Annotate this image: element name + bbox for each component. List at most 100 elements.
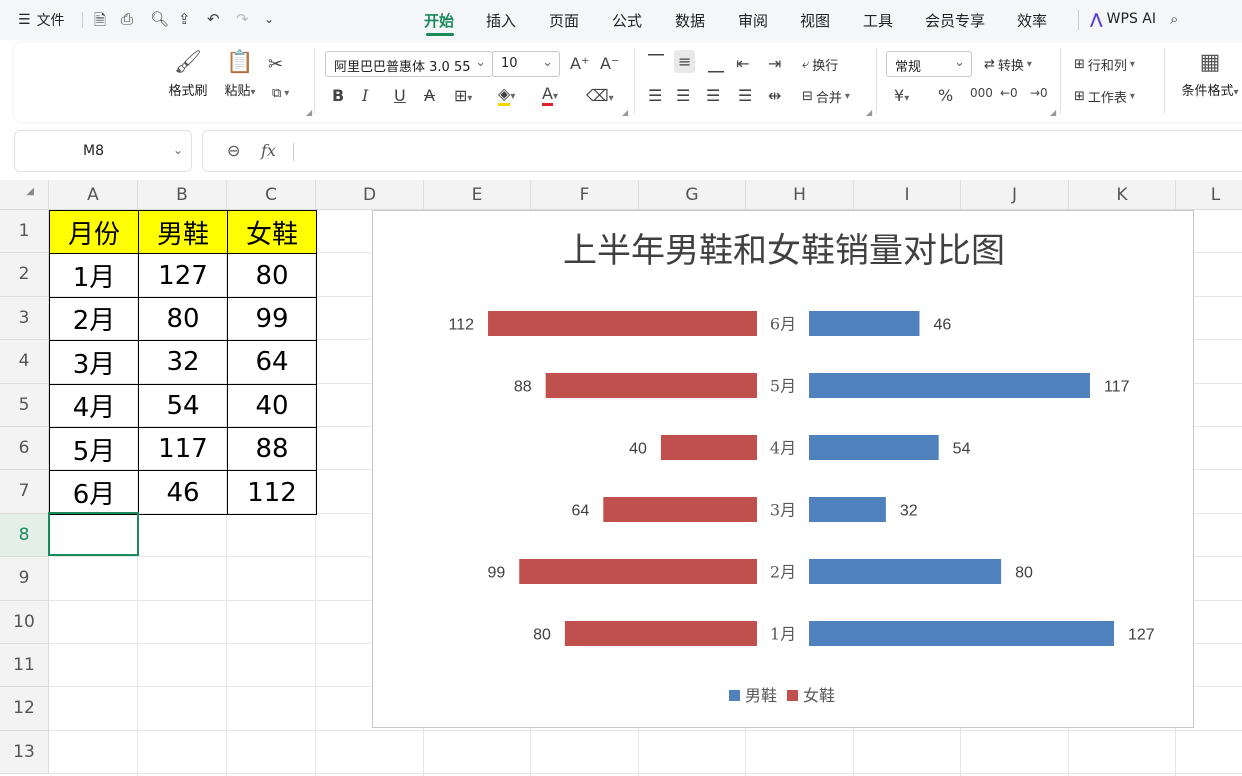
align-bottom-icon[interactable]: ⎽ <box>708 54 724 74</box>
chart-plot[interactable]: 80 127 1月 99 80 2月 64 32 3月 40 54 4月 88 117 5月 112 46 6月男… <box>373 211 1195 729</box>
decrease-indent-icon[interactable]: ⇤ <box>736 54 749 73</box>
table-cell[interactable]: 117 <box>138 427 228 472</box>
tab-efficiency[interactable]: 效率 <box>1017 10 1047 31</box>
increase-font-icon[interactable]: A⁺ <box>570 54 589 73</box>
column-header-e[interactable]: E <box>424 180 531 210</box>
search-icon[interactable]: ⌕ <box>1170 10 1178 28</box>
table-cell[interactable]: 99 <box>227 296 317 342</box>
dialog-launcher-icon[interactable]: ◢ <box>1050 108 1056 117</box>
row-header-2[interactable]: 2 <box>0 253 49 297</box>
merge-button[interactable]: ⊟ 合并 ▾ <box>802 87 850 106</box>
table-cell[interactable]: 80 <box>138 296 228 342</box>
row-header-1[interactable]: 1 <box>0 210 49 254</box>
table-header-cell[interactable]: 女鞋 <box>227 210 317 255</box>
table-cell[interactable]: 54 <box>138 383 228 428</box>
category-label[interactable]: 6月 <box>770 315 796 334</box>
print-preview-icon[interactable]: 🔍︎ <box>150 10 169 28</box>
strikethrough-icon[interactable]: A <box>424 86 435 105</box>
conditional-format-button[interactable]: ▦ 条件格式▾ <box>1174 50 1242 99</box>
align-right-icon[interactable]: ☰ <box>706 86 720 105</box>
table-header-cell[interactable]: 月份 <box>49 210 139 255</box>
bold-icon[interactable]: B <box>332 86 344 105</box>
name-box[interactable]: M8 ⌄ <box>14 130 192 172</box>
align-top-icon[interactable]: ⎺ <box>648 52 664 72</box>
table-cell[interactable]: 127 <box>138 253 228 298</box>
format-painter-button[interactable]: 🖌 格式刷 <box>166 50 210 99</box>
paste-button[interactable]: 📋 粘贴▾ <box>218 50 262 99</box>
data-label[interactable]: 80 <box>533 627 551 644</box>
row-header-13[interactable]: 13 <box>0 730 49 775</box>
table-cell[interactable]: 6月 <box>49 470 139 515</box>
bar-男鞋-6月[interactable] <box>809 311 920 336</box>
table-cell[interactable]: 88 <box>227 427 317 472</box>
redo-icon[interactable]: ↷ <box>236 10 249 28</box>
data-label[interactable]: 46 <box>933 317 951 334</box>
undo-icon[interactable]: ↶ <box>207 10 220 28</box>
rows-columns-button[interactable]: ⊞ 行和列 ▾ <box>1074 55 1135 74</box>
row-header-4[interactable]: 4 <box>0 340 49 384</box>
column-header-k[interactable]: K <box>1069 180 1176 210</box>
legend-label[interactable]: 女鞋 <box>803 686 835 705</box>
wrap-text-button[interactable]: ⤶ 换行 <box>802 55 838 74</box>
font-name-select[interactable]: 阿里巴巴普惠体 3.0 55 ⌄ <box>325 51 493 77</box>
thousands-icon[interactable]: 000 <box>970 86 993 100</box>
tab-tools[interactable]: 工具 <box>863 10 893 31</box>
table-header-cell[interactable]: 男鞋 <box>138 210 228 255</box>
column-header-c[interactable]: C <box>227 180 316 210</box>
category-label[interactable]: 3月 <box>770 501 796 520</box>
data-label[interactable]: 64 <box>572 503 590 520</box>
select-all-corner[interactable]: ◢ <box>0 180 49 210</box>
row-header-7[interactable]: 7 <box>0 470 49 514</box>
table-cell[interactable]: 4月 <box>49 383 139 428</box>
tab-formula[interactable]: 公式 <box>612 10 642 31</box>
bar-男鞋-5月[interactable] <box>809 373 1090 398</box>
row-header-8[interactable]: 8 <box>0 513 49 558</box>
table-cell[interactable]: 3月 <box>49 340 139 385</box>
row-header-11[interactable]: 11 <box>0 644 49 688</box>
font-color-icon[interactable]: A▾ <box>542 84 558 106</box>
export-icon[interactable]: ⇪ <box>178 10 191 28</box>
bar-女鞋-4月[interactable] <box>660 435 757 460</box>
tab-data[interactable]: 数据 <box>675 10 705 31</box>
row-header-10[interactable]: 10 <box>0 600 49 644</box>
column-header-h[interactable]: H <box>746 180 854 210</box>
data-label[interactable]: 117 <box>1104 379 1130 396</box>
bar-男鞋-2月[interactable] <box>809 559 1002 584</box>
chevron-down-icon[interactable]: ⌄ <box>264 12 274 26</box>
distribute-icon[interactable]: ⇹ <box>768 86 781 105</box>
data-label[interactable]: 88 <box>514 379 532 396</box>
cut-icon[interactable]: ✂ <box>268 54 283 75</box>
table-cell[interactable]: 2月 <box>49 296 139 342</box>
justify-icon[interactable]: ☰ <box>738 86 752 105</box>
decrease-decimal-icon[interactable]: →0 <box>1030 86 1048 100</box>
insert-function-icon[interactable]: fx <box>261 141 276 160</box>
legend-label[interactable]: 男鞋 <box>745 686 777 705</box>
table-cell[interactable]: 32 <box>138 340 228 385</box>
table-cell[interactable]: 112 <box>227 470 317 515</box>
italic-icon[interactable]: I <box>362 86 368 105</box>
chart[interactable]: 上半年男鞋和女鞋销量对比图 80 127 1月 99 80 2月 64 32 3月 40 54 4月 8… <box>372 210 1194 728</box>
table-cell[interactable]: 46 <box>138 470 228 515</box>
tab-member[interactable]: 会员专享 <box>925 10 985 31</box>
legend-swatch[interactable] <box>729 690 740 701</box>
category-label[interactable]: 1月 <box>770 625 796 644</box>
data-label[interactable]: 32 <box>900 503 918 520</box>
eraser-icon[interactable]: ⌫▾ <box>586 86 614 105</box>
dialog-launcher-icon[interactable]: ◢ <box>306 108 312 117</box>
number-format-select[interactable]: 常规 ⌄ <box>886 51 972 77</box>
table-cell[interactable]: 64 <box>227 340 317 385</box>
table-cell[interactable]: 40 <box>227 383 317 428</box>
bar-女鞋-3月[interactable] <box>603 497 757 522</box>
save-icon[interactable]: 🗎 <box>94 10 106 35</box>
worksheet-button[interactable]: ⊞ 工作表 ▾ <box>1074 87 1135 106</box>
percent-icon[interactable]: % <box>938 86 953 105</box>
bar-男鞋-4月[interactable] <box>809 435 939 460</box>
decrease-font-icon[interactable]: A⁻ <box>600 54 619 73</box>
convert-button[interactable]: ⇄ 转换 ▾ <box>984 55 1032 74</box>
file-menu-button[interactable]: ☰ 文件 <box>18 10 65 30</box>
increase-indent-icon[interactable]: ⇥ <box>768 54 781 73</box>
formula-bar[interactable]: ⊖ fx <box>202 130 1242 172</box>
column-header-i[interactable]: I <box>854 180 961 210</box>
table-cell[interactable]: 80 <box>227 253 317 298</box>
data-label[interactable]: 99 <box>487 565 505 582</box>
